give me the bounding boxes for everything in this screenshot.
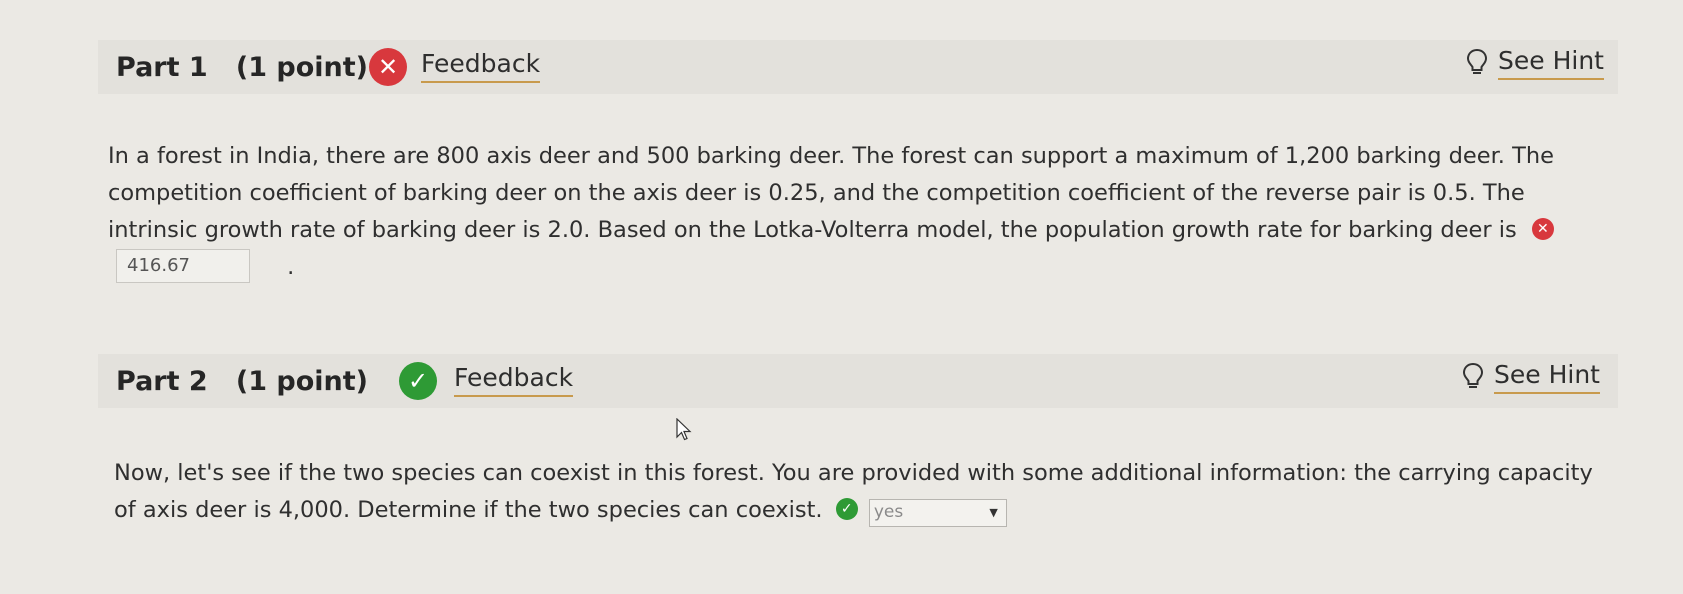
part2-hint-label[interactable]: See Hint: [1494, 360, 1600, 394]
part1-see-hint-button[interactable]: See Hint: [1466, 46, 1604, 80]
check-circle-icon: ✓: [835, 497, 858, 520]
part2-question: Now, let's see if the two species can co…: [114, 455, 1614, 529]
check-circle-icon: ✓: [399, 362, 437, 400]
part2-header: Part 2 (1 point) ✓ Feedback See Hint: [98, 354, 1618, 408]
part2-answer-select[interactable]: yes ▼: [868, 498, 1007, 527]
dropdown-arrow-icon: ▼: [989, 506, 998, 519]
mouse-pointer-icon: [676, 418, 692, 441]
lightbulb-icon: [1467, 48, 1488, 74]
part1-title: Part 1 (1 point): [116, 52, 369, 83]
part1-question: In a forest in India, there are 800 axis…: [108, 138, 1618, 286]
part1-question-text: In a forest in India, there are 800 axis…: [108, 143, 1554, 243]
part1-trailing-period: .: [287, 254, 295, 280]
part1-header: Part 1 (1 point) ✕ Feedback See Hint: [98, 40, 1618, 94]
part2-selected-option: yes: [873, 502, 904, 522]
part2-see-hint-button[interactable]: See Hint: [1462, 360, 1600, 394]
lightbulb-icon: [1463, 362, 1484, 388]
x-circle-icon: ✕: [369, 48, 407, 86]
part1-feedback-link[interactable]: Feedback: [421, 49, 541, 83]
x-circle-icon: ✕: [1531, 217, 1554, 240]
part1-answer-input[interactable]: [116, 248, 250, 283]
part2-title: Part 2 (1 point): [116, 366, 369, 397]
part1-hint-label[interactable]: See Hint: [1498, 46, 1604, 80]
part2-feedback-link[interactable]: Feedback: [454, 363, 574, 397]
